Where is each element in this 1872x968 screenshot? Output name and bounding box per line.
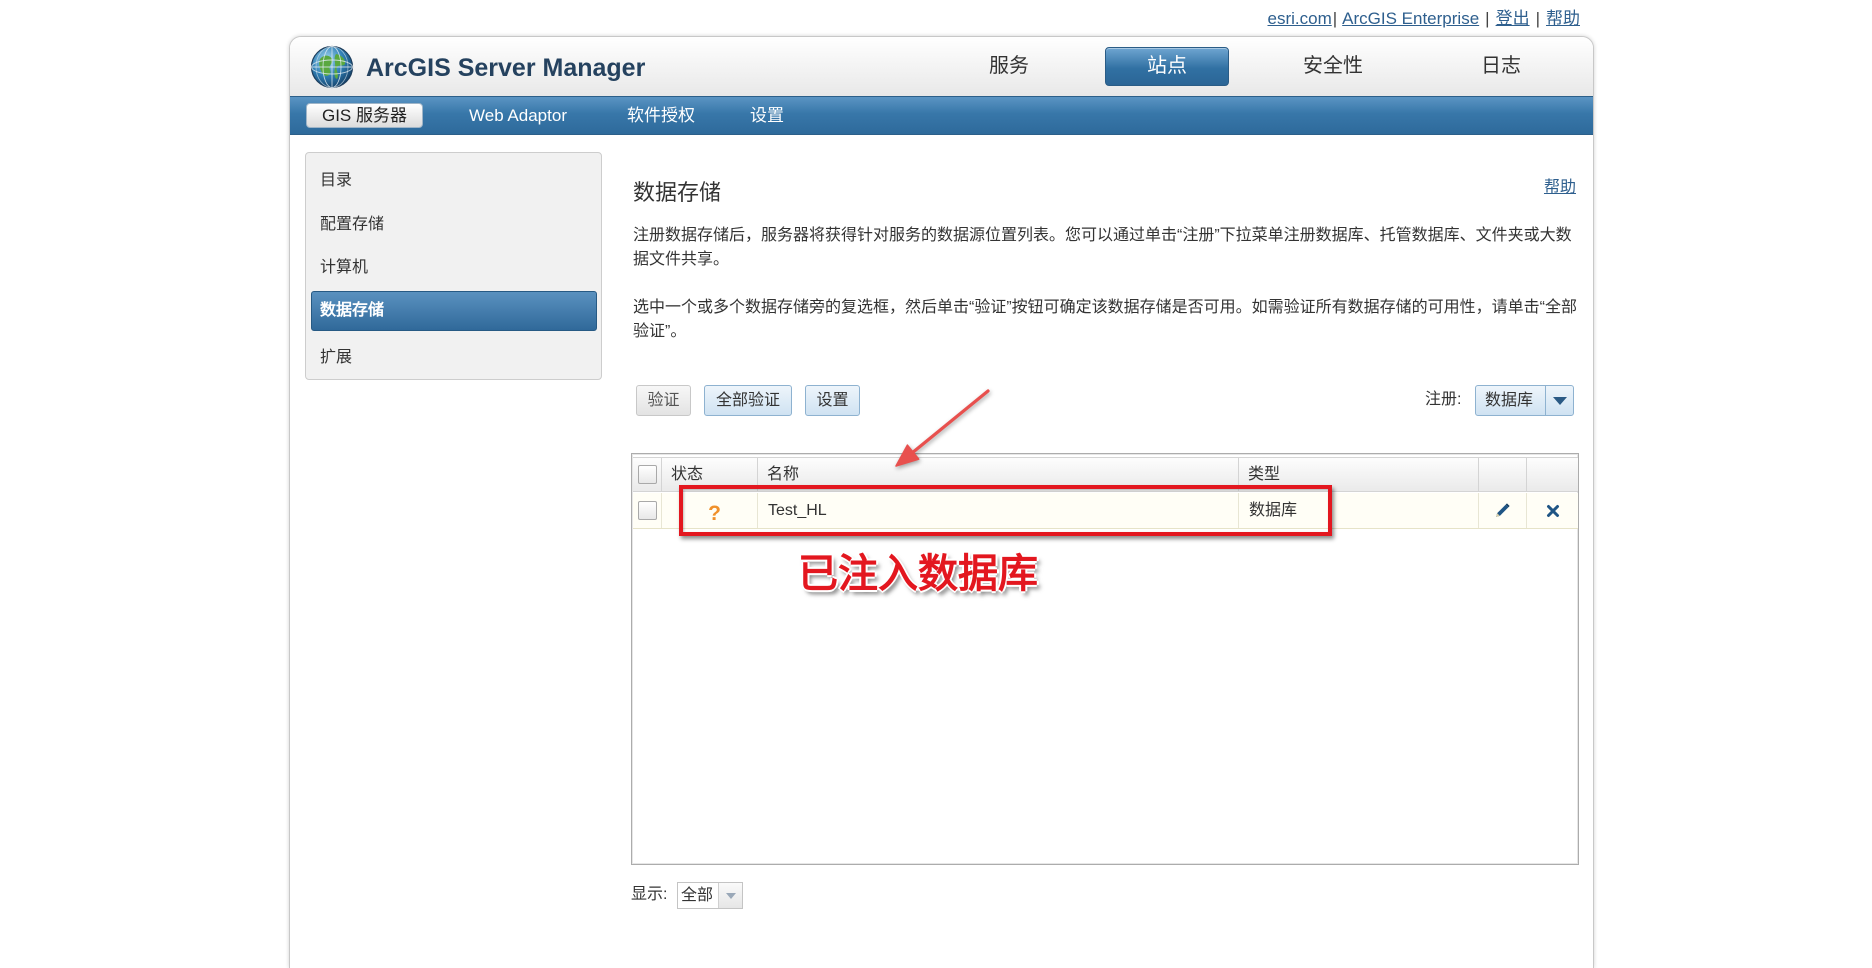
globe-icon (310, 45, 354, 89)
nav-tab-security[interactable]: 安全性 (1271, 47, 1395, 86)
app-title: ArcGIS Server Manager (366, 54, 646, 82)
subnav-gis-server[interactable]: GIS 服务器 (306, 103, 423, 128)
grid-header-row: 状态 名称 类型 (633, 457, 1578, 492)
settings-button[interactable]: 设置 (805, 385, 860, 416)
help-link[interactable]: 帮助 (1544, 177, 1576, 199)
description-paragraph: 选中一个或多个数据存储旁的复选框，然后单击“验证”按钮可确定该数据存储是否可用。… (633, 299, 1577, 340)
row-name-cell: Test_HL (758, 493, 1239, 528)
separator: | (1485, 9, 1490, 28)
register-dropdown[interactable]: 数据库 (1475, 385, 1574, 416)
column-header-delete (1527, 458, 1578, 491)
row-edit-cell (1479, 493, 1527, 528)
show-filter-value: 全部 (681, 887, 714, 904)
row-delete-cell (1527, 493, 1578, 528)
close-icon[interactable] (1546, 504, 1560, 518)
subnav-web-adaptor[interactable]: Web Adaptor (458, 103, 578, 128)
column-header-type: 类型 (1239, 458, 1479, 491)
sidebar-item-config-store[interactable]: 配置存储 (311, 206, 597, 242)
pencil-icon[interactable] (1494, 502, 1511, 519)
row-status-cell: ? (662, 493, 758, 528)
column-header-edit (1479, 458, 1527, 491)
question-icon: ? (708, 501, 721, 525)
sidebar-item-extensions[interactable]: 扩展 (311, 339, 597, 375)
sidebar-item-directories[interactable]: 目录 (311, 162, 597, 198)
row-checkbox[interactable] (637, 501, 657, 520)
row-type-cell: 数据库 (1239, 493, 1479, 528)
show-filter-dropdown[interactable]: 全部 (677, 882, 743, 909)
sidebar-item-machines[interactable]: 计算机 (311, 249, 597, 285)
row-select-cell (633, 493, 662, 528)
separator: | (1535, 9, 1540, 28)
show-filter-label: 显示: (631, 886, 668, 903)
sidebar: 目录 配置存储 计算机 数据存储 扩展 (305, 152, 602, 380)
data-store-grid: 状态 名称 类型 ? Test_HL 数据库 (631, 453, 1579, 865)
table-row: ? Test_HL 数据库 (633, 493, 1578, 529)
separator: | (1332, 9, 1338, 28)
esri-link[interactable]: esri.com (1268, 9, 1332, 28)
sidebar-item-data-stores[interactable]: 数据存储 (311, 291, 597, 331)
register-dropdown-value: 数据库 (1485, 392, 1534, 409)
chevron-down-icon[interactable] (718, 883, 742, 908)
validate-button[interactable]: 验证 (636, 385, 691, 416)
register-label: 注册: (1425, 391, 1462, 408)
top-links: esri.com| ArcGIS Enterprise | 登出 | 帮助 (1268, 8, 1581, 30)
page-title: 数据存储 (633, 180, 722, 205)
description-paragraph: 注册数据存储后，服务器将获得针对服务的数据源位置列表。您可以通过单击“注册”下拉… (633, 227, 1572, 268)
grid-header-select-cell (633, 458, 662, 491)
nav-tab-services[interactable]: 服务 (947, 47, 1071, 86)
subnav-settings[interactable]: 设置 (727, 103, 807, 128)
arcgis-enterprise-link[interactable]: ArcGIS Enterprise (1342, 9, 1479, 28)
sub-nav-bar: GIS 服务器 Web Adaptor 软件授权 设置 (290, 96, 1593, 135)
app-header: ArcGIS Server Manager 服务 站点 安全性 日志 (290, 37, 1593, 96)
validate-all-button[interactable]: 全部验证 (704, 385, 792, 416)
nav-tab-site[interactable]: 站点 (1105, 47, 1229, 86)
column-header-name: 名称 (758, 458, 1239, 491)
chevron-down-icon[interactable] (1545, 386, 1573, 415)
page-container: ArcGIS Server Manager 服务 站点 安全性 日志 GIS 服… (289, 36, 1594, 968)
column-header-status: 状态 (662, 458, 758, 491)
logout-link[interactable]: 登出 (1496, 9, 1530, 28)
nav-tab-logs[interactable]: 日志 (1439, 47, 1563, 86)
select-all-checkbox[interactable] (637, 465, 657, 484)
top-help-link[interactable]: 帮助 (1546, 9, 1580, 28)
subnav-licensing[interactable]: 软件授权 (611, 103, 711, 128)
